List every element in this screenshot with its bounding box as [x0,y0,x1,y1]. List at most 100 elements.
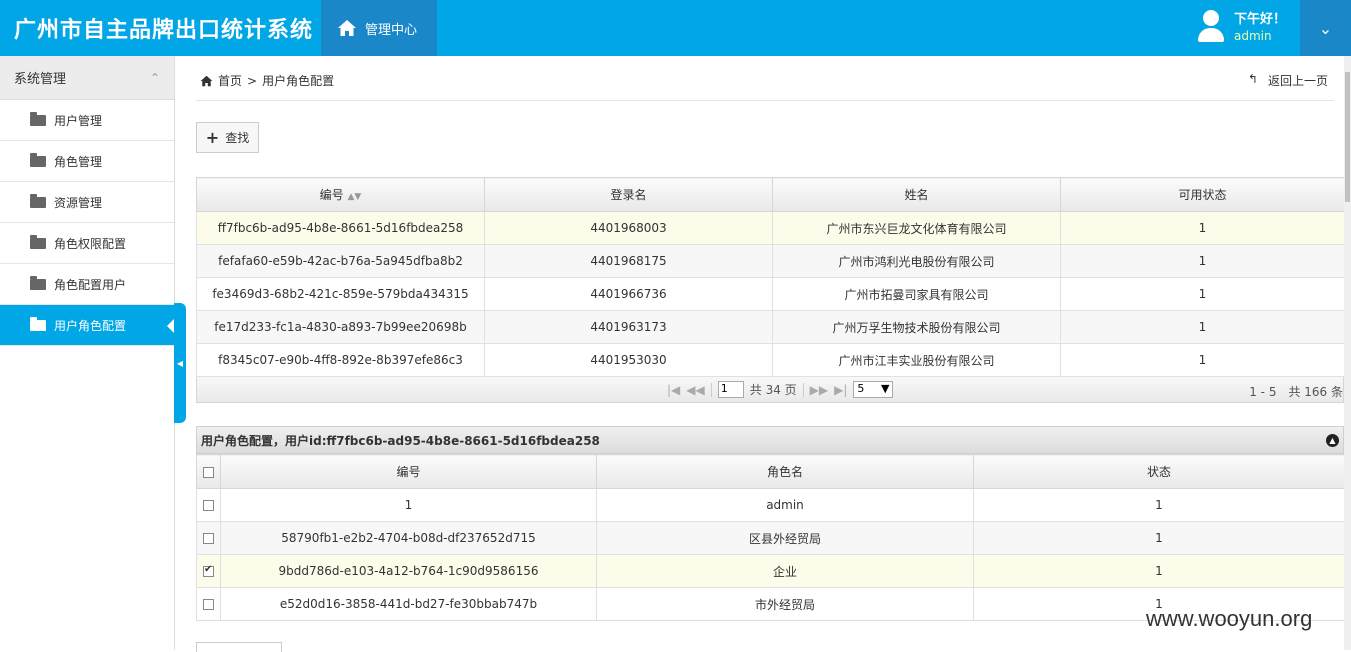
folder-icon [30,193,46,208]
column-header-status[interactable]: 可用状态 [1060,177,1345,212]
next-page-icon[interactable]: ▶▶ [810,383,828,397]
user-grid: 编号 ▲▼ 登录名 姓名 可用状态 ff7fbc6b-ad95-4b8e-866… [196,177,1345,403]
row-checkbox[interactable] [203,533,214,544]
cell: 广州市鸿利光电股份有限公司 [772,244,1061,278]
user-info: 下午好！ admin [1196,8,1286,48]
cell: 1 [1060,211,1345,245]
cell: 广州市拓曼司家具有限公司 [772,277,1061,311]
table-row[interactable]: fe3469d3-68b2-421c-859e-579bda434315 440… [196,277,1345,311]
management-center-button[interactable]: 管理中心 [321,0,437,56]
last-page-icon[interactable]: ▶| [834,383,847,397]
column-header-role-name[interactable]: 角色名 [596,454,974,489]
sidebar-item-user-role-config[interactable]: 用户角色配置 [0,305,174,346]
folder-icon [30,152,46,167]
cell: 企业 [596,554,974,588]
sidebar-item-role-permission-config[interactable]: 角色权限配置 [0,223,174,264]
checkbox-cell [196,587,221,621]
user-menu-toggle[interactable]: ⌄ [1300,0,1351,56]
table-row[interactable]: 9bdd786d-e103-4a12-b764-1c90d9586156 企业 … [196,554,1345,588]
back-arrow-icon: ↰ [1247,72,1258,86]
main-content: 首页 > 用户角色配置 ↰ 返回上一页 + 查找 编号 ▲▼ 登录名 姓名 可用… [186,56,1345,650]
cell: 4401966736 [484,277,773,311]
cell: 区县外经贸局 [596,521,974,555]
sidebar-item-resource-management[interactable]: 资源管理 [0,182,174,223]
sidebar-collapse-handle[interactable]: ◀ [174,303,186,423]
folder-icon [30,234,46,249]
breadcrumb-home-link[interactable]: 首页 [218,72,242,89]
cell: 9bdd786d-e103-4a12-b764-1c90d9586156 [220,554,597,588]
cell: 1 [220,488,597,522]
sort-icon: ▲▼ [347,192,362,202]
row-checkbox[interactable] [203,500,214,511]
checkbox-cell [196,554,221,588]
cell: 4401953030 [484,343,773,377]
page-scrollbar[interactable] [1344,56,1351,650]
cell: 4401968003 [484,211,773,245]
bottom-button-partial[interactable] [196,642,282,652]
panel-title-bar: 用户角色配置，用户id:ff7fbc6b-ad95-4b8e-8661-5d16… [196,426,1344,454]
user-avatar-icon [1196,8,1226,42]
page-size-select[interactable]: 5 ▼ [853,381,894,398]
table-row[interactable]: 58790fb1-e2b2-4704-b08d-df237652d715 区县外… [196,521,1345,555]
table-row[interactable]: fe17d233-fc1a-4830-a893-7b99ee20698b 440… [196,310,1345,344]
table-header-row: 编号 ▲▼ 登录名 姓名 可用状态 [196,177,1345,212]
column-header-id[interactable]: 编号 ▲▼ [196,177,485,212]
chevron-down-icon: ⌄ [1318,18,1333,38]
cell: 广州市东兴巨龙文化体育有限公司 [772,211,1061,245]
sidebar-item-user-management[interactable]: 用户管理 [0,100,174,141]
sidebar-item-label: 角色配置用户 [54,277,127,292]
top-header: 广州市自主品牌出口统计系统 管理中心 下午好！ admin ⌄ [0,0,1351,56]
search-button-label: 查找 [225,131,250,145]
home-icon [200,75,213,86]
search-button[interactable]: + 查找 [196,122,259,153]
checkbox-cell [196,488,221,522]
cell: 1 [973,488,1345,522]
divider [802,382,804,397]
cell: 1 [1060,310,1345,344]
breadcrumb: 首页 > 用户角色配置 [200,72,334,89]
back-button[interactable]: ↰ 返回上一页 [1248,72,1328,89]
collapse-icon[interactable]: ▲ [1326,433,1339,447]
sidebar-item-role-user-config[interactable]: 角色配置用户 [0,264,174,305]
total-pages-text: 共 34 页 [749,383,797,397]
user-role-panel: 用户角色配置，用户id:ff7fbc6b-ad95-4b8e-8661-5d16… [196,426,1345,621]
page-size-value: 5 [857,382,865,395]
scrollbar-thumb[interactable] [1345,72,1350,202]
table-row[interactable]: fefafa60-e59b-42ac-b76a-5a945dfba8b2 440… [196,244,1345,278]
divider [196,100,1334,101]
cell: e52d0d16-3858-441d-bd27-fe30bbab747b [220,587,597,621]
prev-page-icon[interactable]: ◀◀ [686,383,704,397]
first-page-icon[interactable]: |◀ [667,383,680,397]
sidebar-item-role-management[interactable]: 角色管理 [0,141,174,182]
select-all-checkbox[interactable] [203,466,214,478]
row-checkbox[interactable] [203,564,214,577]
cell: 1 [1060,277,1345,311]
table-row[interactable]: ff7fbc6b-ad95-4b8e-8661-5d16fbdea258 440… [196,211,1345,245]
sidebar-item-label: 资源管理 [54,195,103,210]
cell: 4401968175 [484,244,773,278]
row-checkbox[interactable] [203,599,214,610]
divider [710,382,712,397]
cell: fe3469d3-68b2-421c-859e-579bda434315 [196,277,485,311]
sidebar-item-label: 用户角色配置 [54,318,127,333]
record-count-text: 1 - 5 共 166 条 [1249,385,1343,399]
sidebar-group-header[interactable]: 系统管理 ⌃ [0,56,174,100]
panel-title: 用户角色配置，用户id:ff7fbc6b-ad95-4b8e-8661-5d16… [201,433,600,448]
cell: fefafa60-e59b-42ac-b76a-5a945dfba8b2 [196,244,485,278]
column-header-status[interactable]: 状态 [973,454,1345,489]
caret-left-icon: ◀ [176,358,184,368]
folder-icon [30,316,46,331]
greeting-text: 下午好！ [1234,12,1287,27]
column-header-id[interactable]: 编号 [220,454,597,489]
cell: 广州市江丰实业股份有限公司 [772,343,1061,377]
table-row[interactable]: 1 admin 1 [196,488,1345,522]
username-text: admin [1234,29,1272,43]
back-label: 返回上一页 [1267,74,1328,88]
column-header-login[interactable]: 登录名 [484,177,773,212]
cell: 1 [973,554,1345,588]
table-row[interactable]: f8345c07-e90b-4ff8-892e-8b397efe86c3 440… [196,343,1345,377]
page-number-input[interactable]: 1 [717,381,744,398]
cell: 市外经贸局 [596,587,974,621]
cell: 58790fb1-e2b2-4704-b08d-df237652d715 [220,521,597,555]
column-header-name[interactable]: 姓名 [772,177,1061,212]
